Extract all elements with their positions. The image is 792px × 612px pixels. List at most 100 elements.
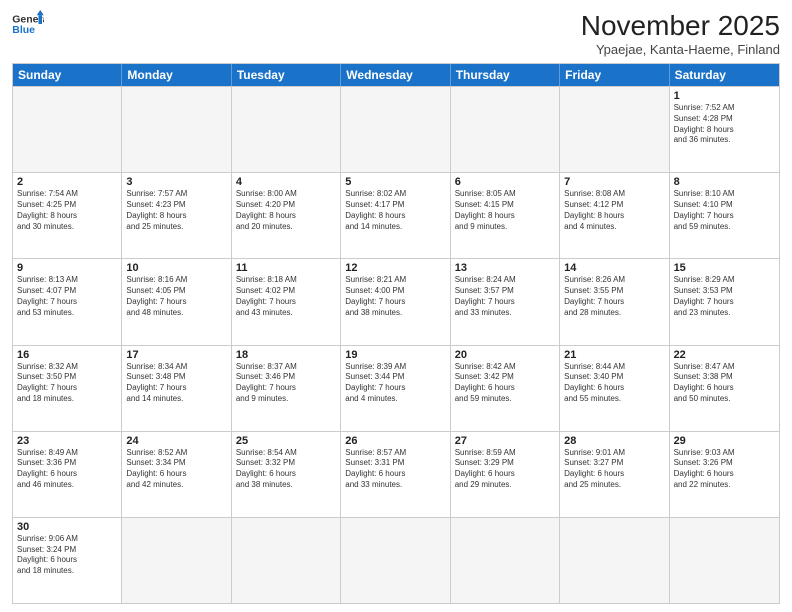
header-sunday: Sunday [13,64,122,86]
cell-text-27: Sunrise: 8:59 AM Sunset: 3:29 PM Dayligh… [455,448,555,491]
cal-cell-r1-c0: 2Sunrise: 7:54 AM Sunset: 4:25 PM Daylig… [13,173,122,258]
cell-text-12: Sunrise: 8:21 AM Sunset: 4:00 PM Dayligh… [345,275,445,318]
day-num-9: 9 [17,262,117,274]
cal-cell-r3-c2: 18Sunrise: 8:37 AM Sunset: 3:46 PM Dayli… [232,346,341,431]
cal-cell-r2-c0: 9Sunrise: 8:13 AM Sunset: 4:07 PM Daylig… [13,259,122,344]
header-thursday: Thursday [451,64,560,86]
cal-cell-r1-c1: 3Sunrise: 7:57 AM Sunset: 4:23 PM Daylig… [122,173,231,258]
cal-cell-r2-c3: 12Sunrise: 8:21 AM Sunset: 4:00 PM Dayli… [341,259,450,344]
cal-cell-r1-c6: 8Sunrise: 8:10 AM Sunset: 4:10 PM Daylig… [670,173,779,258]
day-num-27: 27 [455,435,555,447]
cal-cell-r5-c4 [451,518,560,603]
cell-text-26: Sunrise: 8:57 AM Sunset: 3:31 PM Dayligh… [345,448,445,491]
cell-text-10: Sunrise: 8:16 AM Sunset: 4:05 PM Dayligh… [126,275,226,318]
cell-text-9: Sunrise: 8:13 AM Sunset: 4:07 PM Dayligh… [17,275,117,318]
cal-row-1: 2Sunrise: 7:54 AM Sunset: 4:25 PM Daylig… [13,172,779,258]
day-num-7: 7 [564,176,664,188]
cal-cell-r1-c4: 6Sunrise: 8:05 AM Sunset: 4:15 PM Daylig… [451,173,560,258]
cell-text-5: Sunrise: 8:02 AM Sunset: 4:17 PM Dayligh… [345,189,445,232]
day-num-1: 1 [674,90,775,102]
cell-text-23: Sunrise: 8:49 AM Sunset: 3:36 PM Dayligh… [17,448,117,491]
calendar: Sunday Monday Tuesday Wednesday Thursday… [12,63,780,604]
logo-icon: General Blue [12,10,44,38]
day-num-6: 6 [455,176,555,188]
cell-text-13: Sunrise: 8:24 AM Sunset: 3:57 PM Dayligh… [455,275,555,318]
cal-cell-r3-c4: 20Sunrise: 8:42 AM Sunset: 3:42 PM Dayli… [451,346,560,431]
day-num-13: 13 [455,262,555,274]
calendar-page: General Blue November 2025 Ypaejae, Kant… [0,0,792,612]
cal-cell-r5-c3 [341,518,450,603]
cell-text-7: Sunrise: 8:08 AM Sunset: 4:12 PM Dayligh… [564,189,664,232]
cell-text-17: Sunrise: 8:34 AM Sunset: 3:48 PM Dayligh… [126,362,226,405]
cell-text-19: Sunrise: 8:39 AM Sunset: 3:44 PM Dayligh… [345,362,445,405]
header: General Blue November 2025 Ypaejae, Kant… [12,10,780,57]
calendar-body: 1Sunrise: 7:52 AM Sunset: 4:28 PM Daylig… [13,86,779,603]
cell-text-16: Sunrise: 8:32 AM Sunset: 3:50 PM Dayligh… [17,362,117,405]
cal-cell-r2-c5: 14Sunrise: 8:26 AM Sunset: 3:55 PM Dayli… [560,259,669,344]
cell-text-24: Sunrise: 8:52 AM Sunset: 3:34 PM Dayligh… [126,448,226,491]
cell-text-29: Sunrise: 9:03 AM Sunset: 3:26 PM Dayligh… [674,448,775,491]
day-num-18: 18 [236,349,336,361]
logo: General Blue [12,10,44,38]
cal-cell-r5-c6 [670,518,779,603]
cal-row-2: 9Sunrise: 8:13 AM Sunset: 4:07 PM Daylig… [13,258,779,344]
cal-cell-r1-c3: 5Sunrise: 8:02 AM Sunset: 4:17 PM Daylig… [341,173,450,258]
cell-text-6: Sunrise: 8:05 AM Sunset: 4:15 PM Dayligh… [455,189,555,232]
cell-text-1: Sunrise: 7:52 AM Sunset: 4:28 PM Dayligh… [674,103,775,146]
cell-text-15: Sunrise: 8:29 AM Sunset: 3:53 PM Dayligh… [674,275,775,318]
day-num-28: 28 [564,435,664,447]
day-num-20: 20 [455,349,555,361]
cal-cell-r5-c1 [122,518,231,603]
cal-cell-r4-c2: 25Sunrise: 8:54 AM Sunset: 3:32 PM Dayli… [232,432,341,517]
day-num-12: 12 [345,262,445,274]
month-title: November 2025 [581,10,780,42]
cal-row-0: 1Sunrise: 7:52 AM Sunset: 4:28 PM Daylig… [13,86,779,172]
cal-cell-r3-c0: 16Sunrise: 8:32 AM Sunset: 3:50 PM Dayli… [13,346,122,431]
cal-cell-r0-c6: 1Sunrise: 7:52 AM Sunset: 4:28 PM Daylig… [670,87,779,172]
day-num-14: 14 [564,262,664,274]
cell-text-18: Sunrise: 8:37 AM Sunset: 3:46 PM Dayligh… [236,362,336,405]
cell-text-4: Sunrise: 8:00 AM Sunset: 4:20 PM Dayligh… [236,189,336,232]
cal-cell-r0-c0 [13,87,122,172]
day-num-24: 24 [126,435,226,447]
day-num-26: 26 [345,435,445,447]
cal-cell-r3-c6: 22Sunrise: 8:47 AM Sunset: 3:38 PM Dayli… [670,346,779,431]
cal-cell-r1-c5: 7Sunrise: 8:08 AM Sunset: 4:12 PM Daylig… [560,173,669,258]
day-num-19: 19 [345,349,445,361]
day-num-2: 2 [17,176,117,188]
day-num-4: 4 [236,176,336,188]
cal-cell-r5-c5 [560,518,669,603]
day-num-25: 25 [236,435,336,447]
cal-cell-r3-c5: 21Sunrise: 8:44 AM Sunset: 3:40 PM Dayli… [560,346,669,431]
cal-row-3: 16Sunrise: 8:32 AM Sunset: 3:50 PM Dayli… [13,345,779,431]
cal-cell-r3-c3: 19Sunrise: 8:39 AM Sunset: 3:44 PM Dayli… [341,346,450,431]
cal-cell-r0-c3 [341,87,450,172]
svg-text:Blue: Blue [12,24,35,36]
cal-cell-r3-c1: 17Sunrise: 8:34 AM Sunset: 3:48 PM Dayli… [122,346,231,431]
day-num-15: 15 [674,262,775,274]
day-num-21: 21 [564,349,664,361]
cal-cell-r0-c5 [560,87,669,172]
cal-cell-r5-c0: 30Sunrise: 9:06 AM Sunset: 3:24 PM Dayli… [13,518,122,603]
cal-cell-r2-c2: 11Sunrise: 8:18 AM Sunset: 4:02 PM Dayli… [232,259,341,344]
cell-text-21: Sunrise: 8:44 AM Sunset: 3:40 PM Dayligh… [564,362,664,405]
cal-cell-r0-c1 [122,87,231,172]
day-num-16: 16 [17,349,117,361]
day-num-10: 10 [126,262,226,274]
cell-text-2: Sunrise: 7:54 AM Sunset: 4:25 PM Dayligh… [17,189,117,232]
cell-text-28: Sunrise: 9:01 AM Sunset: 3:27 PM Dayligh… [564,448,664,491]
cal-cell-r4-c3: 26Sunrise: 8:57 AM Sunset: 3:31 PM Dayli… [341,432,450,517]
header-saturday: Saturday [670,64,779,86]
calendar-header: Sunday Monday Tuesday Wednesday Thursday… [13,64,779,86]
cal-cell-r4-c5: 28Sunrise: 9:01 AM Sunset: 3:27 PM Dayli… [560,432,669,517]
cell-text-8: Sunrise: 8:10 AM Sunset: 4:10 PM Dayligh… [674,189,775,232]
cal-cell-r0-c4 [451,87,560,172]
day-num-8: 8 [674,176,775,188]
cal-cell-r2-c1: 10Sunrise: 8:16 AM Sunset: 4:05 PM Dayli… [122,259,231,344]
cal-cell-r2-c6: 15Sunrise: 8:29 AM Sunset: 3:53 PM Dayli… [670,259,779,344]
cal-cell-r4-c6: 29Sunrise: 9:03 AM Sunset: 3:26 PM Dayli… [670,432,779,517]
day-num-11: 11 [236,262,336,274]
location: Ypaejae, Kanta-Haeme, Finland [581,42,780,57]
day-num-17: 17 [126,349,226,361]
cal-cell-r1-c2: 4Sunrise: 8:00 AM Sunset: 4:20 PM Daylig… [232,173,341,258]
